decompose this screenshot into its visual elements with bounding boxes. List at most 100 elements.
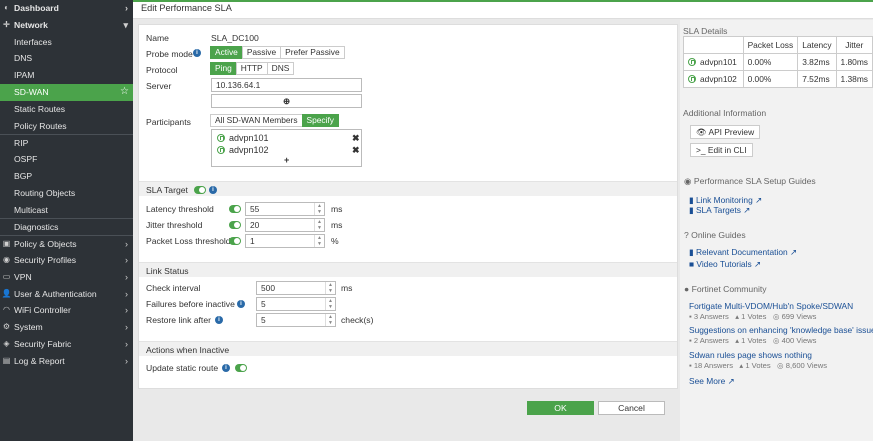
sdwan-member-icon <box>217 146 225 154</box>
jitter-threshold-toggle[interactable] <box>229 221 241 229</box>
sidebar-item-label: OSPF <box>14 154 38 165</box>
add-participant-icon[interactable]: + <box>284 155 289 165</box>
probe-mode-passive-button[interactable]: Passive <box>241 46 282 59</box>
sidebar-item-policy-routes[interactable]: Policy Routes <box>0 118 133 135</box>
sidebar-item-wifi-controller[interactable]: ◠ WiFi Controller › <box>0 302 133 319</box>
chevron-right-icon: › <box>125 254 128 265</box>
stepper-icon[interactable]: ▲ ▼ <box>325 314 335 326</box>
latency-threshold-toggle[interactable] <box>229 205 241 213</box>
failures-before-inactive-input[interactable]: 5 ▲ ▼ <box>256 297 336 311</box>
external-link-icon: ↗ <box>789 247 798 257</box>
sidebar-item-label: Network <box>14 19 48 30</box>
setup-guides-title: ◉ Performance SLA Setup Guides <box>684 176 816 186</box>
remove-participant-icon[interactable]: ✖ <box>352 133 360 144</box>
protocol-label: Protocol <box>146 65 178 75</box>
sidebar-item-user-authentication[interactable]: 👤 User & Authentication › <box>0 286 133 303</box>
server-label: Server <box>146 81 172 91</box>
sidebar-item-log-report[interactable]: ▤ Log & Report › <box>0 353 133 370</box>
restore-link-after-input[interactable]: 5 ▲ ▼ <box>256 313 336 327</box>
sidebar-item-diagnostics[interactable]: Diagnostics <box>0 218 133 235</box>
name-value: SLA_DC100 <box>211 33 259 43</box>
sla-details-table: Packet Loss Latency Jitter advpn101 0.00… <box>683 36 873 88</box>
sdwan-member-icon <box>217 134 225 142</box>
remove-participant-icon[interactable]: ✖ <box>352 145 360 156</box>
update-route-info-icon[interactable]: i <box>222 364 230 372</box>
sidebar-item-dns[interactable]: DNS <box>0 50 133 67</box>
sidebar-item-static-routes[interactable]: Static Routes <box>0 101 133 118</box>
packet-loss-threshold-input[interactable]: 1 ▲ ▼ <box>245 234 325 248</box>
sla-target-toggle[interactable] <box>194 186 206 194</box>
cancel-button[interactable]: Cancel <box>598 401 665 415</box>
stepper-icon[interactable]: ▲ ▼ <box>325 298 335 310</box>
server-input[interactable]: 10.136.64.1 <box>211 78 362 92</box>
packet-loss-threshold-toggle[interactable] <box>229 237 241 245</box>
protocol-ping-button[interactable]: Ping <box>210 62 237 75</box>
protocol-http-button[interactable]: HTTP <box>235 62 268 75</box>
policy-icon: ▣ <box>2 239 11 249</box>
jitter-threshold-label: Jitter threshold <box>146 220 203 230</box>
stepper-icon[interactable]: ▲ ▼ <box>314 219 324 231</box>
vpn-icon: ▭ <box>2 271 11 281</box>
check-interval-input[interactable]: 500 ▲ ▼ <box>256 281 336 295</box>
sla-target-info-icon[interactable]: i <box>209 186 217 194</box>
sidebar-item-rip[interactable]: RIP <box>0 134 133 151</box>
sidebar-item-dashboard[interactable]: ◐ Dashboard › <box>0 0 133 17</box>
external-link-icon: ↗ <box>755 195 763 205</box>
community-post-link[interactable]: Sdwan rules page shows nothing <box>689 350 812 360</box>
eye-icon: ◎ <box>777 361 786 370</box>
latency-threshold-input[interactable]: 55 ▲ ▼ <box>245 202 325 216</box>
community-post-link[interactable]: Fortigate Multi-VDOM/Hub'n Spoke/SDWAN <box>689 301 853 311</box>
chevron-down-icon: ▾ <box>123 19 128 30</box>
dashboard-icon: ◐ <box>4 3 9 12</box>
community-post-link[interactable]: Suggestions on enhancing 'knowledge base… <box>689 325 873 335</box>
api-preview-button[interactable]: 👁 API Preview <box>690 125 761 139</box>
external-link-icon: ↗ <box>727 376 735 386</box>
link-monitoring-link[interactable]: ▮ Link Monitoring ↗ <box>689 195 762 205</box>
sidebar-item-interfaces[interactable]: Interfaces <box>0 34 133 51</box>
jitter-unit: ms <box>331 220 343 230</box>
sidebar-item-bgp[interactable]: BGP <box>0 168 133 185</box>
probe-mode-info-icon[interactable]: i <box>193 49 201 57</box>
stepper-icon[interactable]: ▲ ▼ <box>314 203 324 215</box>
name-label: Name <box>146 33 169 43</box>
see-more-link[interactable]: See More ↗ <box>689 376 735 386</box>
edit-in-cli-button[interactable]: >_ Edit in CLI <box>690 143 753 157</box>
probe-mode-active-button[interactable]: Active <box>210 46 243 59</box>
probe-mode-prefer-passive-button[interactable]: Prefer Passive <box>280 46 345 59</box>
protocol-dns-button[interactable]: DNS <box>266 62 295 75</box>
sidebar-item-label: IPAM <box>14 70 35 81</box>
eye-icon: ◎ <box>772 312 782 321</box>
chevron-right-icon: › <box>125 305 128 316</box>
sidebar-item-system[interactable]: ⚙ System › <box>0 319 133 336</box>
stepper-icon[interactable]: ▲ ▼ <box>325 282 335 294</box>
sidebar-item-security-fabric[interactable]: ◈ Security Fabric › <box>0 336 133 353</box>
chevron-right-icon: › <box>125 288 128 299</box>
sidebar-item-vpn[interactable]: ▭ VPN › <box>0 269 133 286</box>
sidebar-item-security-profiles[interactable]: ◉ Security Profiles › <box>0 252 133 269</box>
sidebar-item-routing-objects[interactable]: Routing Objects <box>0 185 133 202</box>
relevant-documentation-link[interactable]: ▮ Relevant Documentation ↗ <box>689 247 797 257</box>
sidebar-item-network[interactable]: ✛ Network ▾ <box>0 17 133 34</box>
participants-specify-button[interactable]: Specify <box>301 114 339 127</box>
stepper-icon[interactable]: ▲ ▼ <box>314 235 324 247</box>
add-server-button[interactable]: ⊕ <box>211 94 362 108</box>
sidebar-item-ospf[interactable]: OSPF <box>0 151 133 168</box>
sla-targets-link[interactable]: ▮ SLA Targets ↗ <box>689 205 750 215</box>
failures-info-icon[interactable]: i <box>237 300 245 308</box>
video-tutorials-link[interactable]: ■ Video Tutorials ↗ <box>689 259 761 269</box>
sidebar-item-sd-wan[interactable]: SD-WAN ☆ <box>0 83 133 101</box>
ok-button[interactable]: OK <box>527 401 594 415</box>
restore-info-icon[interactable]: i <box>215 316 223 324</box>
sidebar-item-label: Policy Routes <box>14 120 67 131</box>
sidebar-item-ipam[interactable]: IPAM <box>0 67 133 84</box>
table-row: advpn101 0.00% 3.82ms 1.80ms <box>683 53 873 71</box>
jitter-threshold-input[interactable]: 20 ▲ ▼ <box>245 218 325 232</box>
sidebar-item-policy-objects[interactable]: ▣ Policy & Objects › <box>0 235 133 252</box>
favorite-star-icon[interactable]: ☆ <box>120 84 129 101</box>
probe-mode-selector: Active Passive Prefer Passive <box>210 46 345 59</box>
protocol-selector: Ping HTTP DNS <box>210 62 295 75</box>
participants-all-members-button[interactable]: All SD-WAN Members <box>210 114 303 127</box>
update-static-route-toggle[interactable] <box>235 364 247 372</box>
restore-link-unit: check(s) <box>341 315 374 325</box>
sidebar-item-multicast[interactable]: Multicast <box>0 202 133 219</box>
